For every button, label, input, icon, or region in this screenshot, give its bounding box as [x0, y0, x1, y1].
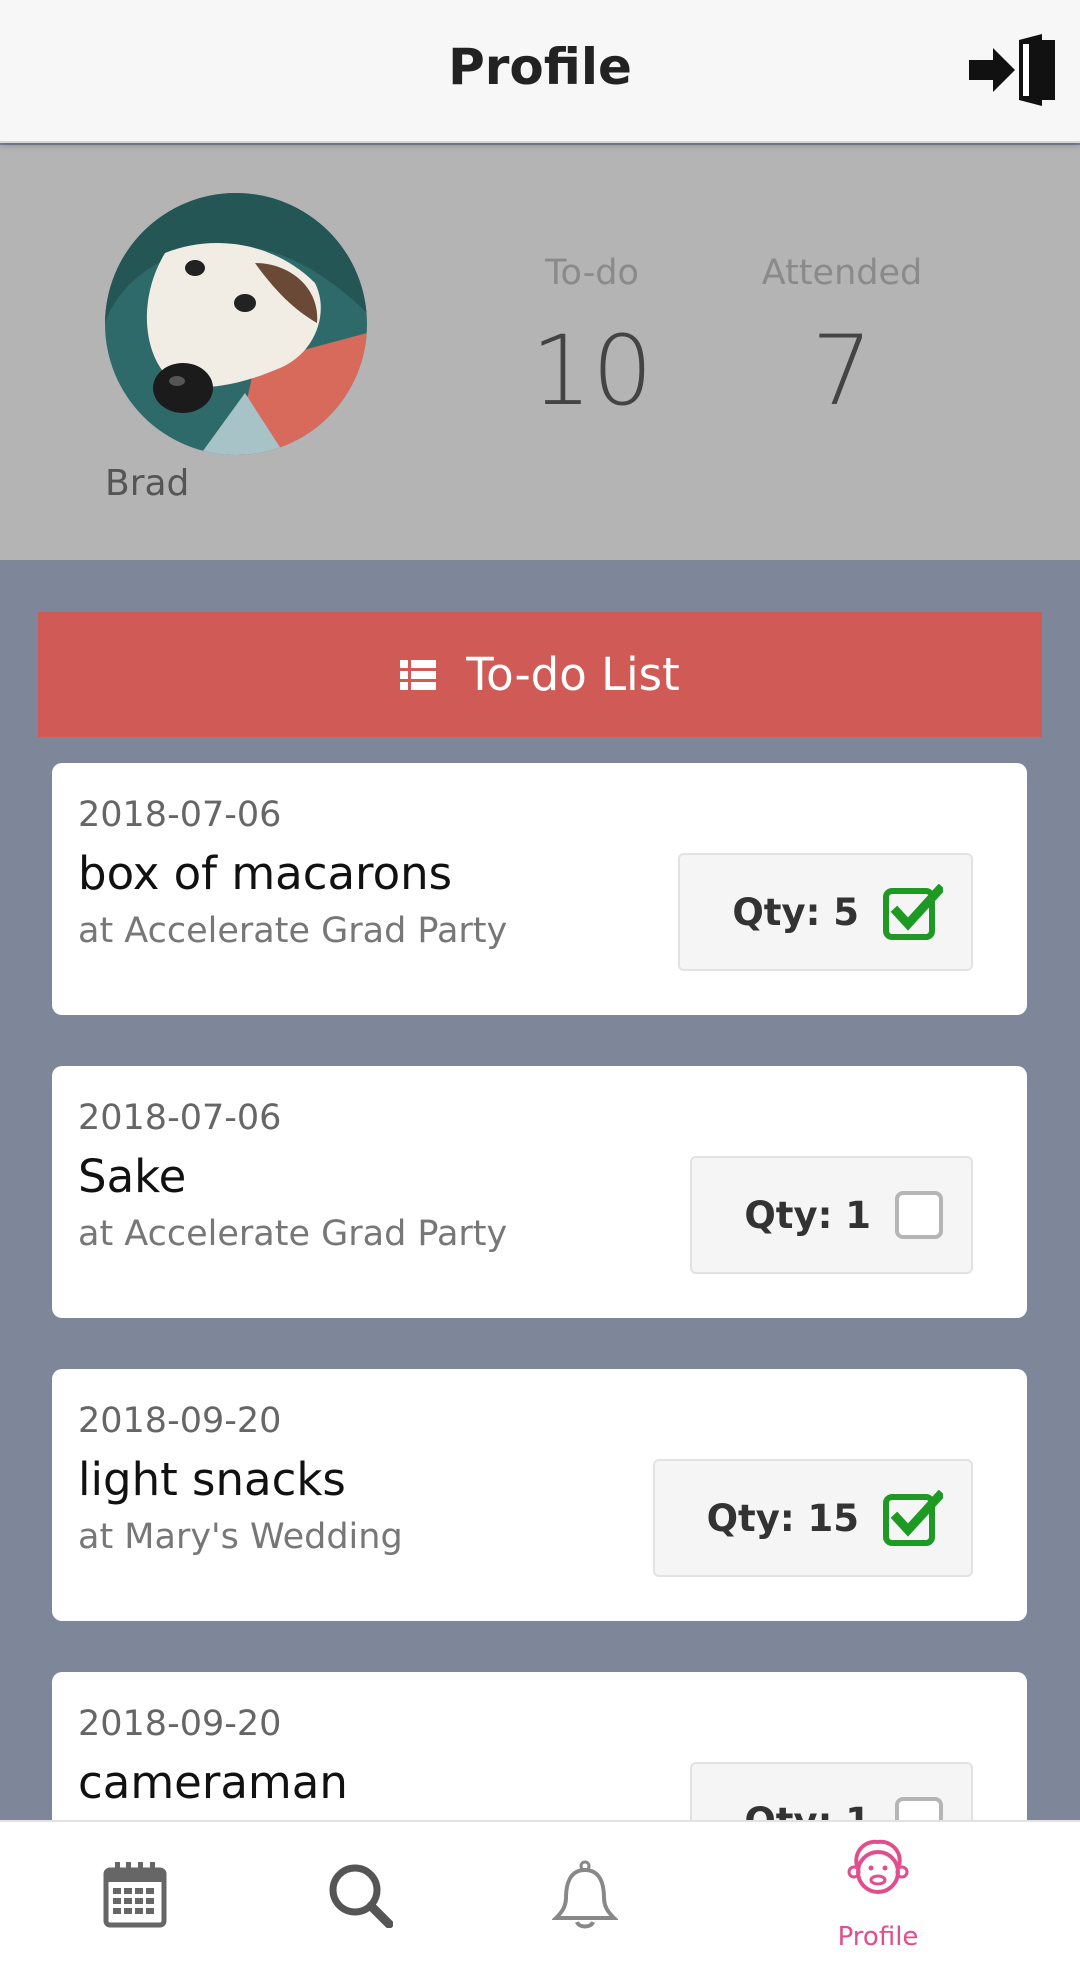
item-date: 2018-09-20 — [78, 1704, 282, 1744]
stat-value: 10 — [530, 315, 654, 427]
tab-profile[interactable]: Profile — [778, 1822, 978, 1962]
quantity-label: Qty: 1 — [744, 1193, 871, 1237]
item-venue: at Accelerate Grad Party — [78, 911, 508, 951]
unchecked-checkbox-icon[interactable] — [895, 1191, 943, 1239]
calendar-icon — [103, 1862, 167, 1928]
todo-item-card[interactable]: 2018-07-06 Sake at Accelerate Grad Party… — [52, 1066, 1027, 1318]
todo-list-label: To-do List — [466, 648, 680, 701]
item-name: light snacks — [78, 1453, 346, 1506]
page-title: Profile — [448, 38, 632, 96]
stat-label: Attended — [761, 253, 923, 293]
item-venue: at Accelerate Grad Party — [78, 1214, 508, 1254]
item-date: 2018-09-20 — [78, 1401, 282, 1441]
todo-item-card[interactable]: 2018-07-06 box of macarons at Accelerate… — [52, 763, 1027, 1015]
username: Brad — [105, 463, 190, 504]
quantity-label: Qty: 5 — [732, 890, 859, 934]
bell-icon — [552, 1860, 618, 1929]
tab-search[interactable] — [260, 1822, 460, 1962]
checked-checkbox-icon[interactable] — [883, 1490, 943, 1546]
todo-list-header[interactable]: To-do List — [38, 612, 1042, 737]
profile-summary: Brad To-do 10 Attended 7 — [0, 145, 1080, 560]
item-name: cameraman — [78, 1756, 348, 1809]
item-date: 2018-07-06 — [78, 1098, 282, 1138]
tab-notifications[interactable] — [485, 1822, 685, 1962]
search-icon — [329, 1864, 393, 1928]
quantity-toggle[interactable]: Qty: 1 — [690, 1156, 973, 1274]
list-icon — [400, 659, 437, 690]
checked-checkbox-icon[interactable] — [883, 884, 943, 940]
stat-value: 7 — [811, 315, 873, 427]
quantity-toggle[interactable]: Qty: 15 — [652, 1459, 973, 1577]
stat-attended: Attended 7 — [732, 253, 952, 427]
item-date: 2018-07-06 — [78, 795, 282, 835]
logout-button[interactable] — [967, 30, 1062, 110]
avatar[interactable] — [105, 193, 367, 455]
bottom-tab-bar: Profile — [0, 1820, 1080, 1962]
tab-profile-label: Profile — [837, 1922, 919, 1952]
top-app-bar: Profile — [0, 0, 1080, 143]
stat-label: To-do — [545, 253, 639, 293]
logout-door-icon — [969, 34, 1055, 106]
todo-item-card[interactable]: 2018-09-20 light snacks at Mary's Weddin… — [52, 1369, 1027, 1621]
quantity-toggle[interactable]: Qty: 5 — [678, 853, 973, 971]
profile-face-icon — [847, 1839, 909, 1894]
item-venue: at Mary's Wedding — [78, 1517, 403, 1557]
tab-calendar[interactable] — [35, 1822, 235, 1962]
item-name: box of macarons — [78, 847, 453, 900]
stat-todo: To-do 10 — [482, 253, 702, 427]
item-name: Sake — [78, 1150, 187, 1203]
quantity-label: Qty: 15 — [706, 1496, 859, 1540]
